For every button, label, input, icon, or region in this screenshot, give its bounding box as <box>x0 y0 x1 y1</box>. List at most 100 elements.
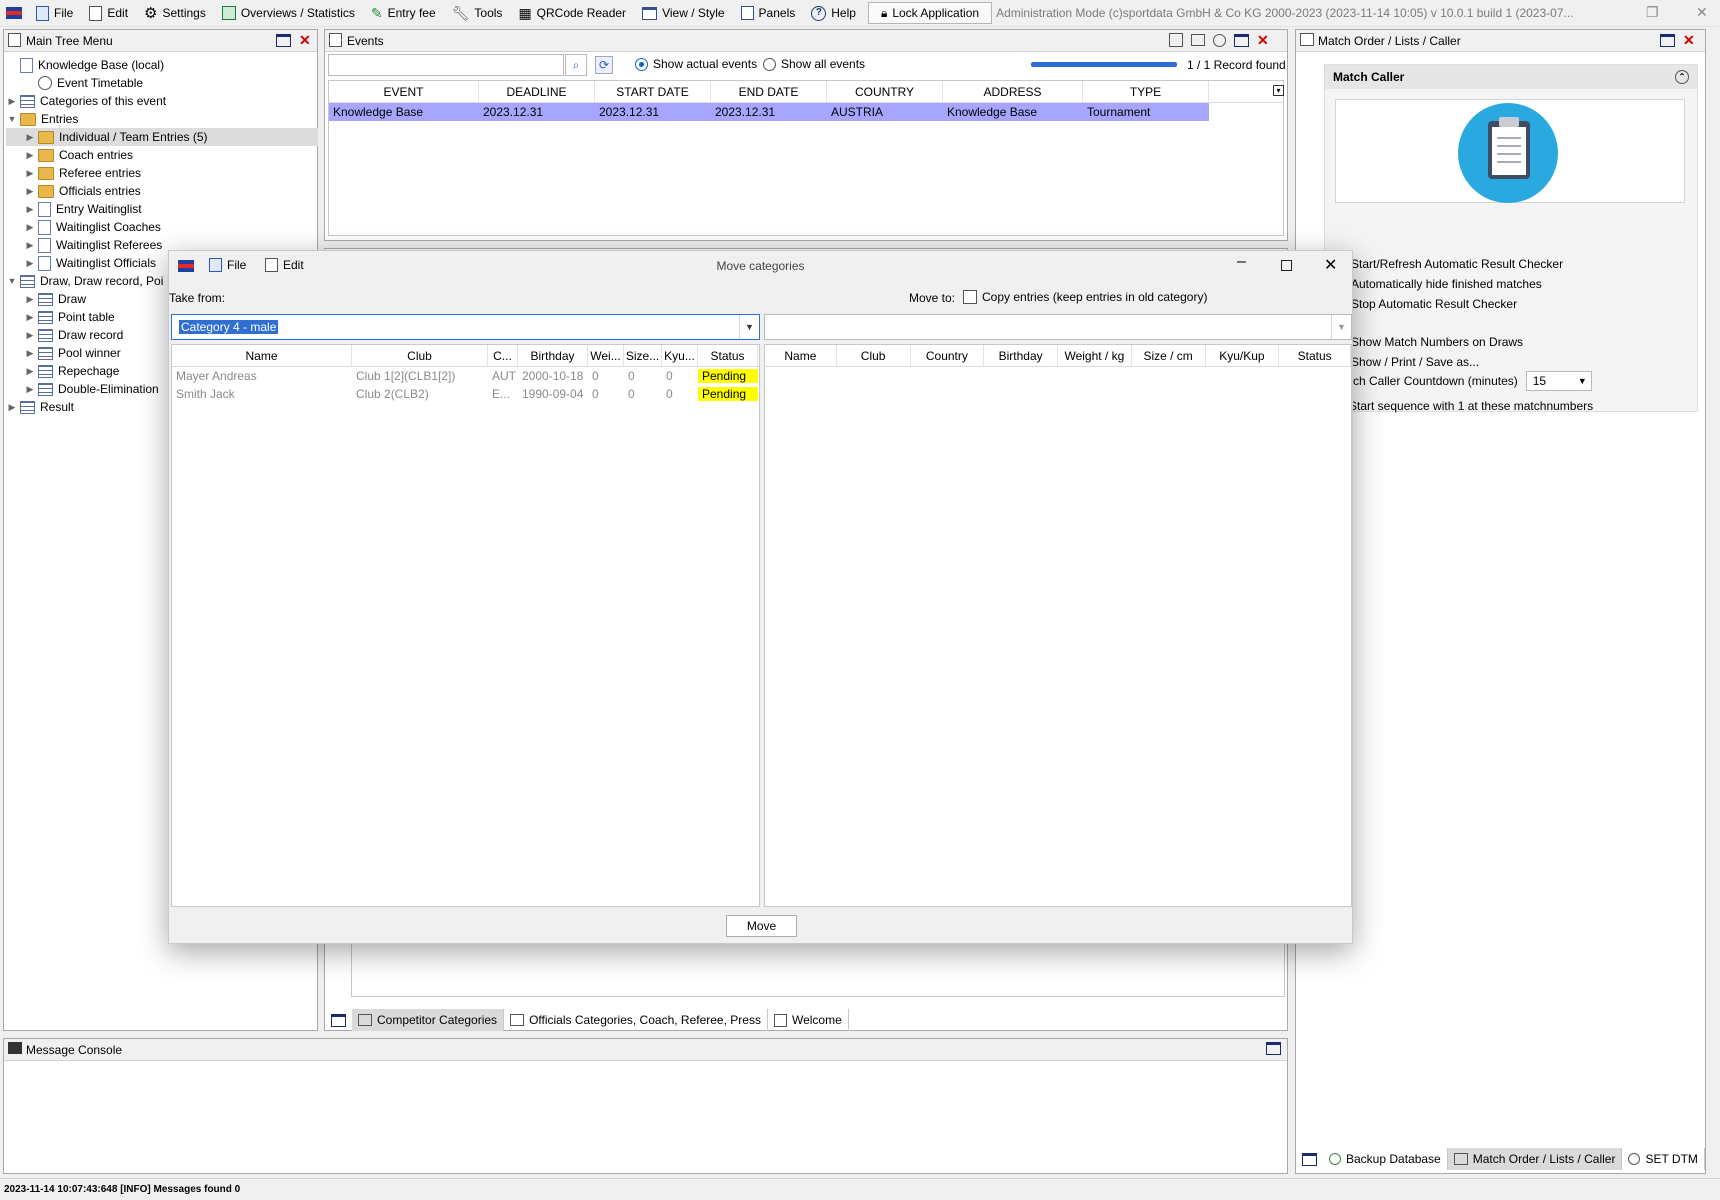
menu-panels[interactable]: Panels <box>733 0 804 27</box>
close-icon[interactable]: ✕ <box>1257 33 1269 47</box>
maximize-icon[interactable] <box>1660 33 1675 47</box>
match-caller-action[interactable]: Stop Automatic Result Checker <box>1333 297 1517 311</box>
menu-qrcode-reader[interactable]: ▦ QRCode Reader <box>510 0 634 27</box>
collapsed-arrow-icon[interactable]: ▶ <box>24 366 36 377</box>
collapsed-arrow-icon[interactable]: ▶ <box>24 294 36 305</box>
sequence-row[interactable]: Start sequence with 1 at these matchnumb… <box>1333 399 1593 413</box>
column-header[interactable]: Size / cm <box>1132 344 1206 367</box>
column-header[interactable]: Country <box>911 344 985 367</box>
column-header[interactable]: DEADLINE <box>479 80 595 103</box>
countdown-select[interactable]: 15 ▼ <box>1525 371 1592 391</box>
column-header[interactable]: Wei... <box>588 344 624 367</box>
radio-actual-indicator[interactable] <box>635 57 648 71</box>
search-icon[interactable]: ⌕ <box>565 54 587 76</box>
tree-item[interactable]: ▶ Waitinglist Coaches <box>6 218 318 236</box>
column-header[interactable]: COUNTRY <box>827 80 943 103</box>
copy-entries-checkbox[interactable]: Copy entries (keep entries in old catego… <box>963 290 1207 304</box>
maximize-icon[interactable] <box>276 33 291 47</box>
copy-entries-box[interactable] <box>963 290 977 304</box>
column-header[interactable]: Weight / kg <box>1058 344 1132 367</box>
maximize-icon[interactable] <box>1281 260 1292 271</box>
table-row[interactable]: Knowledge Base 2023.12.31 2023.12.31 2023.1… <box>329 103 1209 121</box>
maximize-icon[interactable] <box>1266 1042 1281 1055</box>
column-header[interactable]: Birthday <box>518 344 588 367</box>
table-row[interactable]: Mayer Andreas Club 1[2](CLB1[2]) AUT 2000-1… <box>172 367 759 385</box>
column-header[interactable]: Kyu/Kup <box>1206 344 1280 367</box>
minimize-icon[interactable]: – <box>1237 253 1246 271</box>
match-caller-action[interactable]: Start/Refresh Automatic Result Checker <box>1333 257 1563 271</box>
collapsed-arrow-icon[interactable]: ▶ <box>24 132 36 143</box>
maximize-icon[interactable] <box>331 1013 346 1027</box>
tab-backup-database[interactable]: Backup Database <box>1323 1148 1448 1170</box>
tab-competitor-categories[interactable]: Competitor Categories <box>352 1009 505 1031</box>
chevron-down-icon[interactable]: ▼ <box>739 315 759 339</box>
tab-match-order[interactable]: Match Order / Lists / Caller <box>1447 1148 1623 1170</box>
collapsed-arrow-icon[interactable]: ▶ <box>24 348 36 359</box>
column-header[interactable]: Name <box>172 344 352 367</box>
events-search-input[interactable] <box>328 54 564 76</box>
match-caller-action[interactable]: Automatically hide finished matches <box>1333 277 1542 291</box>
column-header[interactable]: START DATE <box>595 80 711 103</box>
lock-application-button[interactable]: 🔒︎ Lock Application <box>867 2 993 24</box>
tree-item[interactable]: ▼ Entries <box>6 110 318 128</box>
maximize-icon[interactable] <box>1234 33 1249 47</box>
collapsed-arrow-icon[interactable]: ▶ <box>24 330 36 341</box>
tree-item[interactable]: ▶ Coach entries <box>6 146 318 164</box>
column-header[interactable]: Size... <box>624 344 662 367</box>
radio-all-indicator[interactable] <box>763 57 776 71</box>
radio-show-actual-events[interactable]: Show actual events <box>635 57 757 71</box>
collapsed-arrow-icon[interactable]: ▶ <box>24 258 36 269</box>
expanded-arrow-icon[interactable]: ▼ <box>6 114 18 124</box>
collapsed-arrow-icon[interactable]: ▶ <box>24 168 36 179</box>
tree-item[interactable]: ▶ Officials entries <box>6 182 318 200</box>
collapsed-arrow-icon[interactable]: ▶ <box>24 240 36 251</box>
export-icon[interactable] <box>1169 33 1183 47</box>
close-icon[interactable]: ✕ <box>1324 255 1337 275</box>
tree-item[interactable]: Event Timetable <box>6 74 318 92</box>
column-header[interactable]: EVENT <box>329 80 479 103</box>
collapsed-arrow-icon[interactable]: ▶ <box>6 402 18 413</box>
menu-view-style[interactable]: View / Style <box>634 0 732 27</box>
column-header[interactable]: ADDRESS <box>943 80 1083 103</box>
close-icon[interactable]: ✕ <box>1683 33 1695 47</box>
match-caller-action[interactable]: Show Match Numbers on Draws <box>1333 335 1523 349</box>
tree-item[interactable]: ▶ Entry Waitinglist <box>6 200 318 218</box>
column-chooser-icon[interactable]: ▾ <box>1273 85 1284 96</box>
column-header[interactable]: TYPE <box>1083 80 1209 103</box>
tab-set-dtm[interactable]: SET DTM <box>1622 1148 1705 1170</box>
menu-file[interactable]: File <box>28 0 81 27</box>
window-close-button[interactable]: ✕ <box>1696 4 1708 21</box>
tab-officials-categories[interactable]: Officials Categories, Coach, Referee, Pr… <box>504 1009 768 1031</box>
column-header[interactable]: Club <box>837 344 911 367</box>
column-header[interactable]: Kyu... <box>662 344 698 367</box>
collapsed-arrow-icon[interactable]: ▶ <box>24 186 36 197</box>
menu-overviews-statistics[interactable]: Overviews / Statistics <box>214 0 363 27</box>
menu-entry-fee[interactable]: ✎ Entry fee <box>363 0 444 27</box>
refresh-circle-icon[interactable] <box>1213 33 1226 47</box>
collapsed-arrow-icon[interactable]: ▶ <box>24 312 36 323</box>
column-header[interactable]: Name <box>765 344 837 367</box>
move-to-combo[interactable]: ▼ <box>764 314 1352 340</box>
tree-item[interactable]: ▶ Individual / Team Entries (5) <box>6 128 318 146</box>
collapsed-arrow-icon[interactable]: ▶ <box>24 204 36 215</box>
column-header[interactable]: Club <box>352 344 488 367</box>
tree-item[interactable]: ▶ Categories of this event <box>6 92 318 110</box>
collapsed-arrow-icon[interactable]: ▶ <box>24 222 36 233</box>
menu-help[interactable]: ? Help <box>803 0 864 27</box>
maximize-icon[interactable] <box>1302 1152 1317 1166</box>
move-button[interactable]: Move <box>726 915 797 937</box>
column-header[interactable]: Birthday <box>984 344 1058 367</box>
column-header[interactable]: Status <box>1279 344 1351 367</box>
expanded-arrow-icon[interactable]: ▼ <box>6 276 18 286</box>
collapse-icon[interactable]: ⌃ <box>1675 70 1689 84</box>
tab-welcome[interactable]: Welcome <box>768 1009 849 1031</box>
chevron-down-icon[interactable]: ▼ <box>1331 315 1351 339</box>
collapsed-arrow-icon[interactable]: ▶ <box>24 150 36 161</box>
menu-edit[interactable]: Edit <box>81 0 136 27</box>
refresh-icon[interactable]: ⟳ <box>595 56 613 74</box>
menu-settings[interactable]: ⚙ Settings <box>136 0 214 27</box>
column-header[interactable]: END DATE <box>711 80 827 103</box>
collapsed-arrow-icon[interactable]: ▶ <box>6 96 18 107</box>
tree-item[interactable]: Knowledge Base (local) <box>6 56 318 74</box>
radio-show-all-events[interactable]: Show all events <box>763 57 865 71</box>
